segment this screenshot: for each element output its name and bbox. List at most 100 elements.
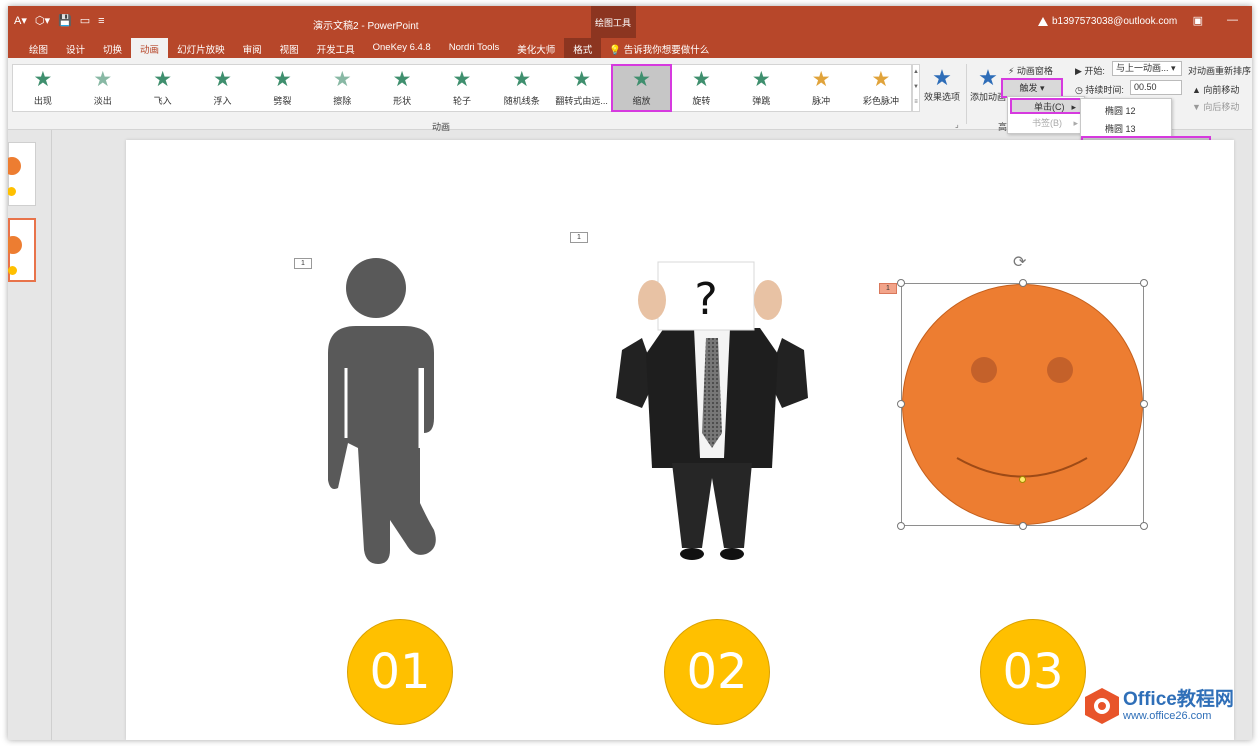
person-figure-icon[interactable] [316,258,446,568]
resize-handle[interactable] [1019,522,1027,530]
animation-effect-1[interactable]: ★ 淡出 [73,65,133,111]
start-select[interactable]: 与上一动画... ▾ [1112,61,1182,76]
tell-me-search[interactable]: 💡 告诉我你想要做什么 [601,38,709,58]
account-email: b1397573038@outlook.com [1052,16,1178,27]
bookmark-menu-item[interactable]: 书签(B) ▸ [1010,116,1082,132]
warning-icon [1038,17,1048,26]
account-area[interactable]: b1397573038@outlook.com [1038,16,1177,27]
tab-5[interactable]: 审阅 [234,38,271,58]
save-icon[interactable]: 💾 [58,14,72,27]
tab-4[interactable]: 幻灯片放映 [168,38,234,58]
gallery-scroll[interactable]: ▲ ▼ ≡ [912,64,920,112]
chevron-right-icon: ▸ [1073,118,1078,128]
object-menu-item[interactable]: 椭圆 12 [1081,102,1171,120]
tell-me-label: 告诉我你想要做什么 [623,45,710,56]
tab-11[interactable]: 格式 [564,38,602,58]
context-tab-group-label: 绘图工具 [595,18,632,28]
animation-star-icon: ★ [751,68,771,91]
businessman-photo[interactable]: ? [612,258,812,570]
start-label: ▶ 开始: [1075,66,1105,76]
tab-0[interactable]: 绘图 [20,38,57,58]
tab-10[interactable]: 美化大师 [508,38,564,58]
animation-effect-10[interactable]: ★ 缩放 [610,64,673,112]
trigger-submenu: 单击(C) ▸ 书签(B) ▸ [1007,96,1085,134]
on-click-menu-item[interactable]: 单击(C) ▸ [1010,98,1082,114]
thumbnail-circle [8,187,16,196]
slide-canvas[interactable]: 1 1 1 ? ⟳ 01 02 03 [126,140,1234,740]
animation-effect-13[interactable]: ★ 脉冲 [791,65,851,111]
animation-star-icon: ★ [33,68,53,91]
customize-qat-icon[interactable]: ≡ [98,15,104,27]
animation-effect-label: 脉冲 [812,96,831,106]
resize-handle[interactable] [897,400,905,408]
move-earlier-button[interactable]: ▲ 向前移动 [1192,83,1239,96]
animation-effect-9[interactable]: ★ 翻转式由远... [552,65,612,111]
animation-effect-2[interactable]: ★ 飞入 [133,65,193,111]
tab-1[interactable]: 设计 [57,38,94,58]
rotate-handle-icon[interactable]: ⟳ [1013,252,1026,272]
animation-pane-button[interactable]: ⚡ 动画窗格 [1008,64,1053,77]
animation-effect-4[interactable]: ★ 劈裂 [252,65,312,111]
animation-effect-label: 随机线条 [503,96,540,106]
minimize-icon[interactable]: — [1227,14,1238,27]
smiley-face-shape[interactable] [901,283,1144,526]
slide-thumbnail[interactable] [8,142,36,206]
resize-handle[interactable] [897,522,905,530]
animation-effect-label: 擦除 [333,96,352,106]
animation-effect-label: 形状 [393,96,412,106]
animation-tag[interactable]: 1 [570,232,588,243]
animation-effect-label: 劈裂 [273,96,292,106]
animation-effect-11[interactable]: ★ 旋转 [671,65,731,111]
tab-9[interactable]: Nordri Tools [440,38,509,58]
dialog-launcher-icon[interactable]: ⌟ [955,120,959,129]
duration-input[interactable]: 00.50 [1130,80,1182,95]
number-circle[interactable]: 02 [664,619,770,725]
resize-handle[interactable] [1140,279,1148,287]
animation-tag[interactable]: 1 [294,258,312,269]
tab-7[interactable]: 开发工具 [308,38,364,58]
separator [966,64,967,124]
animation-effect-label: 飞入 [153,96,172,106]
resize-handle[interactable] [897,279,905,287]
animation-star-icon: ★ [811,68,831,91]
adjust-handle[interactable] [1019,476,1026,483]
animation-effect-3[interactable]: ★ 浮入 [193,65,253,111]
trigger-button[interactable]: 触发 ▾ [1001,78,1063,98]
tab-6[interactable]: 视图 [271,38,308,58]
slide-thumbnail-pane [8,130,52,740]
tab-3[interactable]: 动画 [131,38,169,58]
ribbon-display-icon[interactable]: ▣ [1193,14,1203,27]
number-circle[interactable]: 03 [980,619,1086,725]
shape-icon[interactable]: ⬡▾ [35,14,50,27]
number-circle[interactable]: 01 [347,619,453,725]
animation-effect-8[interactable]: ★ 随机线条 [492,65,552,111]
resize-handle[interactable] [1140,522,1148,530]
animation-effect-7[interactable]: ★ 轮子 [432,65,492,111]
object-menu-item[interactable]: 椭圆 13 [1081,120,1171,138]
animation-effect-5[interactable]: ★ 擦除 [312,65,372,111]
animation-effect-0[interactable]: ★ 出现 [13,65,73,111]
lightbulb-icon: 💡 [609,45,622,56]
resize-handle[interactable] [1140,400,1148,408]
tab-2[interactable]: 切换 [94,38,131,58]
animation-effect-12[interactable]: ★ 弹跳 [731,65,791,111]
animation-effect-14[interactable]: ★ 彩色脉冲 [851,65,911,111]
window-controls: ▣ — [1193,14,1238,27]
animation-group-label: 动画 [432,122,451,132]
logo-text: Office教程网 www.office26.com [1123,690,1234,723]
animation-effect-6[interactable]: ★ 形状 [372,65,432,111]
font-color-icon[interactable]: A▾ [14,14,27,27]
animation-effect-label: 翻转式由远... [555,96,608,106]
effect-options-button[interactable]: ★ 效果选项 [922,66,962,103]
resize-handle[interactable] [1019,279,1027,287]
slide-thumbnail-selected[interactable] [8,218,36,282]
open-folder-icon[interactable]: ▭ [80,14,90,27]
animation-effect-label: 旋转 [692,96,711,106]
tab-8[interactable]: OneKey 6.4.8 [364,38,440,58]
quick-access-toolbar: A▾ ⬡▾ 💾 ▭ ≡ [14,14,105,28]
effect-options-icon: ★ [932,65,952,90]
move-later-button[interactable]: ▼ 向后移动 [1192,100,1239,113]
animation-tag[interactable]: 1 [879,283,897,294]
chevron-right-icon: ▸ [1071,102,1076,112]
animation-star-icon: ★ [332,68,352,91]
